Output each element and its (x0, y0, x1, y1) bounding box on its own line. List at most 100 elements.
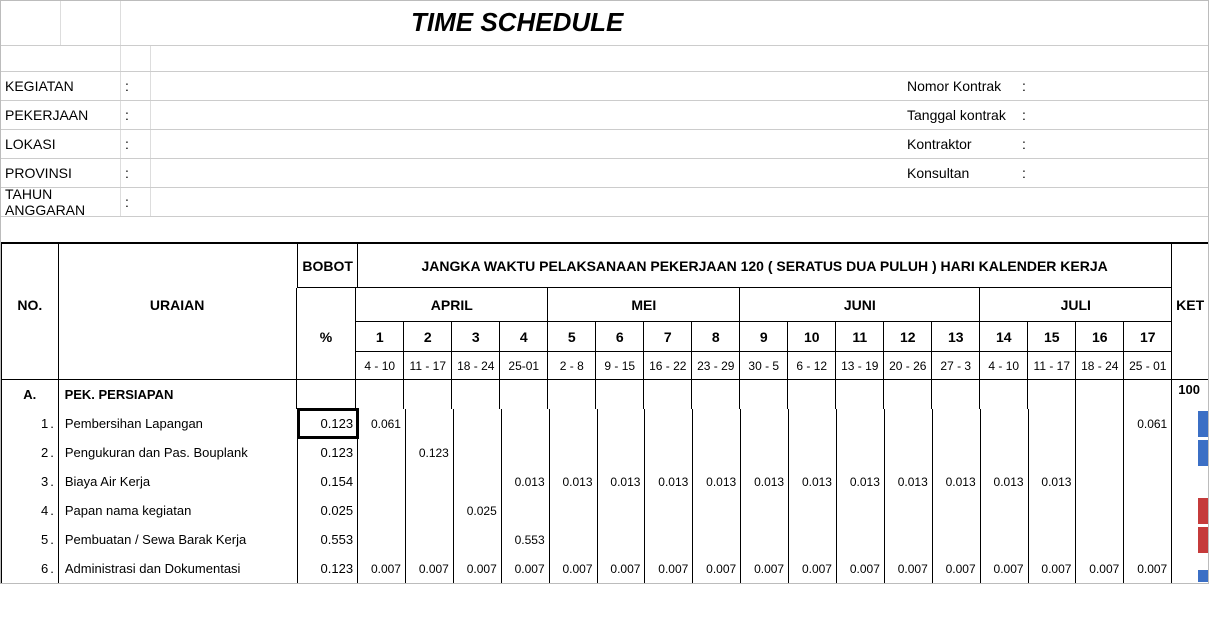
week-cell[interactable] (502, 496, 550, 525)
row-uraian[interactable]: Papan nama kegiatan (59, 496, 298, 525)
week-cell[interactable]: 0.007 (789, 554, 837, 583)
week-cell[interactable]: 0.013 (693, 467, 741, 496)
week-cell[interactable] (1124, 438, 1172, 467)
week-cell[interactable] (933, 409, 981, 438)
week-cell[interactable] (406, 467, 454, 496)
row-bobot[interactable]: 0.123 (298, 409, 358, 438)
week-cell[interactable]: 0.013 (933, 467, 981, 496)
week-cell[interactable] (1124, 467, 1172, 496)
week-cell[interactable] (645, 409, 693, 438)
week-cell[interactable] (406, 496, 454, 525)
cell[interactable] (788, 380, 836, 409)
week-cell[interactable] (741, 496, 789, 525)
week-cell[interactable]: 0.007 (598, 554, 646, 583)
row-bobot[interactable]: 0.123 (298, 438, 358, 467)
row-bobot[interactable]: 0.025 (298, 496, 358, 525)
week-cell[interactable] (550, 496, 598, 525)
week-cell[interactable] (406, 409, 454, 438)
week-cell[interactable] (454, 467, 502, 496)
row-bobot[interactable]: 0.553 (298, 525, 358, 554)
week-cell[interactable] (550, 409, 598, 438)
cell[interactable] (356, 380, 404, 409)
week-cell[interactable] (645, 525, 693, 554)
week-cell[interactable]: 0.007 (933, 554, 981, 583)
cell[interactable] (1076, 380, 1124, 409)
week-cell[interactable]: 0.007 (1124, 554, 1172, 583)
row-number[interactable]: 4. (1, 496, 59, 525)
week-cell[interactable] (1029, 409, 1077, 438)
week-cell[interactable] (837, 409, 885, 438)
ket-cell[interactable] (1172, 438, 1208, 467)
week-cell[interactable] (406, 525, 454, 554)
week-cell[interactable]: 0.013 (885, 467, 933, 496)
week-cell[interactable] (1076, 409, 1124, 438)
week-cell[interactable] (1076, 467, 1124, 496)
week-cell[interactable] (981, 438, 1029, 467)
row-uraian[interactable]: Pengukuran dan Pas. Bouplank (59, 438, 298, 467)
week-cell[interactable]: 0.007 (502, 554, 550, 583)
cell[interactable] (452, 380, 500, 409)
week-cell[interactable] (693, 525, 741, 554)
week-cell[interactable]: 0.007 (550, 554, 598, 583)
week-cell[interactable]: 0.007 (837, 554, 885, 583)
week-cell[interactable] (1076, 438, 1124, 467)
week-cell[interactable] (598, 409, 646, 438)
week-cell[interactable]: 0.025 (454, 496, 502, 525)
week-cell[interactable]: 0.007 (693, 554, 741, 583)
row-number[interactable]: 6. (1, 554, 59, 583)
week-cell[interactable] (933, 525, 981, 554)
row-bobot[interactable]: 0.123 (298, 554, 358, 583)
week-cell[interactable] (454, 525, 502, 554)
row-uraian[interactable]: Pembersihan Lapangan (59, 409, 298, 438)
ket-cell[interactable] (1172, 496, 1208, 525)
cell[interactable] (692, 380, 740, 409)
week-cell[interactable]: 0.007 (1029, 554, 1077, 583)
week-cell[interactable]: 0.007 (358, 554, 406, 583)
week-cell[interactable] (837, 525, 885, 554)
week-cell[interactable]: 0.007 (741, 554, 789, 583)
week-cell[interactable] (885, 496, 933, 525)
ket-cell[interactable] (1172, 467, 1208, 496)
week-cell[interactable] (693, 438, 741, 467)
week-cell[interactable] (789, 438, 837, 467)
week-cell[interactable] (1076, 496, 1124, 525)
row-number[interactable]: 3. (1, 467, 59, 496)
row-number[interactable]: 2. (1, 438, 59, 467)
week-cell[interactable]: 0.061 (358, 409, 406, 438)
row-bobot[interactable]: 0.154 (298, 467, 358, 496)
week-cell[interactable] (933, 496, 981, 525)
week-cell[interactable] (981, 409, 1029, 438)
row-number[interactable]: 1. (1, 409, 59, 438)
week-cell[interactable]: 0.007 (406, 554, 454, 583)
week-cell[interactable]: 0.007 (981, 554, 1029, 583)
week-cell[interactable] (885, 525, 933, 554)
week-cell[interactable]: 0.013 (645, 467, 693, 496)
cell[interactable] (980, 380, 1028, 409)
cell[interactable] (884, 380, 932, 409)
row-number[interactable]: 5. (1, 525, 59, 554)
week-cell[interactable] (981, 496, 1029, 525)
week-cell[interactable] (1029, 525, 1077, 554)
cell[interactable] (836, 380, 884, 409)
week-cell[interactable] (1076, 525, 1124, 554)
week-cell[interactable] (550, 525, 598, 554)
ket-cell[interactable] (1172, 409, 1208, 438)
week-cell[interactable]: 0.007 (454, 554, 502, 583)
week-cell[interactable] (789, 409, 837, 438)
cell[interactable] (740, 380, 788, 409)
week-cell[interactable]: 0.013 (502, 467, 550, 496)
week-cell[interactable] (933, 438, 981, 467)
week-cell[interactable]: 0.013 (1029, 467, 1077, 496)
week-cell[interactable]: 0.013 (741, 467, 789, 496)
cell[interactable] (932, 380, 980, 409)
week-cell[interactable] (1124, 496, 1172, 525)
week-cell[interactable]: 0.007 (645, 554, 693, 583)
week-cell[interactable] (741, 525, 789, 554)
week-cell[interactable] (598, 438, 646, 467)
week-cell[interactable]: 0.013 (550, 467, 598, 496)
week-cell[interactable]: 0.553 (502, 525, 550, 554)
week-cell[interactable]: 0.007 (1076, 554, 1124, 583)
week-cell[interactable] (598, 525, 646, 554)
week-cell[interactable] (502, 409, 550, 438)
week-cell[interactable] (981, 525, 1029, 554)
